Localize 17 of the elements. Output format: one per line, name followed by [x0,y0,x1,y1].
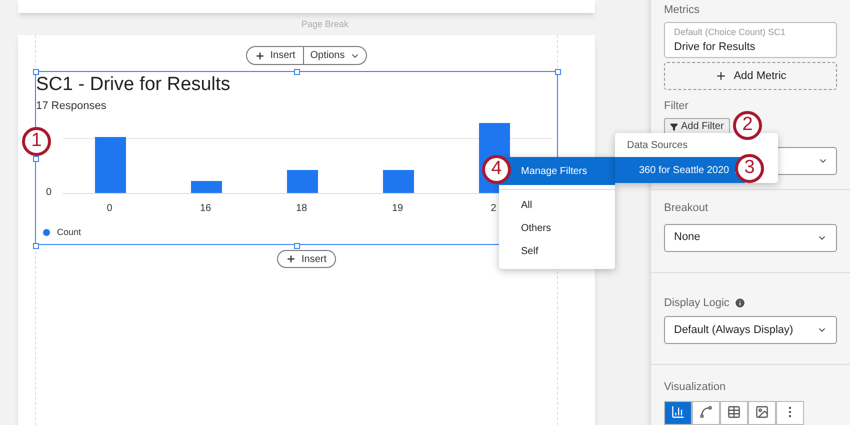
chart-title: SC1 - Drive for Results [36,73,232,97]
axis-category-label: 0 [106,202,112,216]
axis-category-label: 2 [490,202,496,216]
filter-label: Filter [664,99,688,113]
visualization-label: Visualization [664,380,727,395]
metric-caption: Default (Choice Count) SC1 [674,26,787,39]
metrics-label: Metrics [664,3,700,17]
axis-category-label: 19 [392,202,404,216]
display-logic-label: Display Logic [664,296,730,310]
legend-label: Count [57,226,82,239]
axis-category-label: 18 [296,202,308,216]
breakout-label: Breakout [664,201,710,216]
response-count: 17 Responses [36,99,108,114]
metric-name: Drive for Results [674,40,756,55]
axis-tick-label: 0 [46,186,52,200]
axis-category-label: 16 [200,202,212,216]
menu-heading: Data Sources [627,138,688,152]
